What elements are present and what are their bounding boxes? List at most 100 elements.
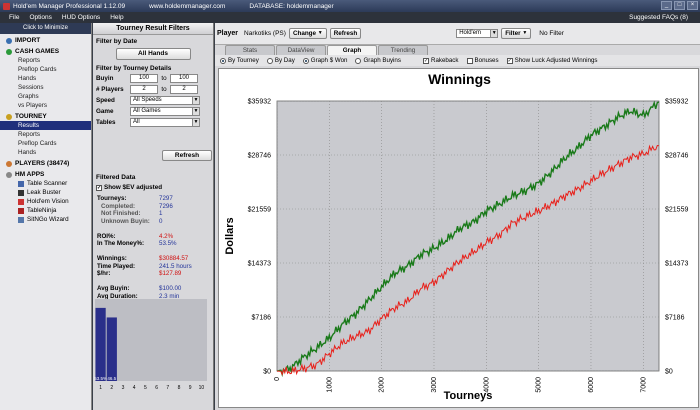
finish-bar-1 [95,307,106,381]
filter-button[interactable]: Filter ▼ [501,28,532,39]
finish-tick-label: 5 [144,385,147,391]
hold-em-vision-icon [18,198,24,205]
sidebar-app-label: Hold'em Vision [27,198,69,205]
finish-tick-label: 3 [122,385,125,391]
rakeback-checkbox[interactable]: ✓ [422,57,429,64]
finish-tick-label: 8 [178,385,181,391]
sidebar-item-reports[interactable]: Reports [0,130,91,139]
tab-graph[interactable]: Graph [327,45,377,55]
tab-trending[interactable]: Trending [378,45,428,55]
y-tick-label-left: $28746 [248,152,271,159]
suggested-faqs-link[interactable]: Suggested FAQs (8) [629,14,688,21]
sidebar-section-label: TOURNEY [15,113,47,120]
stat-row: $/hr: $127.89 [93,270,213,278]
finish-bar-2 [106,317,117,381]
main-panel: Player Narkotiks (PS) Change ▼ Refresh H… [215,23,700,410]
luck-checkbox[interactable]: ✓ [506,57,513,64]
sidebar-section-cash-games[interactable]: CASH GAMES [0,45,91,56]
sidebar-section-tourney[interactable]: TOURNEY [0,110,91,121]
luck-option[interactable]: ✓ Show Luck Adjusted Winnings [506,57,597,64]
buyin-label: Buyin [96,75,114,82]
sidebar-item-results[interactable]: Results [0,121,91,130]
bonuses-checkbox[interactable] [466,57,473,64]
graph-won-radio[interactable] [302,57,309,64]
sitngo-wizard-icon [18,216,24,223]
minimize-sidebar-button[interactable]: Click to Minimize [0,23,91,34]
show-sev-checkbox[interactable]: ✓ [96,184,102,191]
game-select[interactable]: All Games ▼ [130,107,200,116]
rakeback-option[interactable]: ✓ Rakeback [422,57,459,64]
speed-select[interactable]: All Speeds ▼ [130,96,200,105]
by-tourney-option[interactable]: By Tourney [220,57,259,64]
graph-won-label: Graph $ Won [310,57,348,64]
sidebar-item-hands[interactable]: Hands [0,148,91,157]
buyin-from-input[interactable]: 100 [130,74,158,83]
filter-status: No Filter [539,30,564,37]
sidebar-item-preflop-cards[interactable]: Preflop Cards [0,65,91,74]
chevron-down-icon[interactable]: ▼ [192,108,199,115]
x-tick-label: 1000 [326,377,333,393]
stat-label: Time Played: [97,262,136,270]
to-label: to [161,86,167,93]
game-type-select[interactable]: Hold'em ▼ [456,29,499,38]
y-tick-label-right: $28746 [665,152,688,159]
chevron-down-icon: ▼ [522,30,528,36]
finish-tick-label: 4 [133,385,136,391]
y-tick-label-right: $14373 [665,260,688,267]
chevron-down-icon[interactable]: ▼ [192,119,199,126]
winnings-chart-panel: Winnings $0 $0 $7186 $7186 $14373 $14373 $2155… [218,68,699,408]
finish-tick-label: 9 [189,385,192,391]
filtered-data-panel: Filtered Data ✓ Show $EV adjusted Tourne… [93,171,213,300]
maximize-window-button[interactable]: □ [674,1,685,10]
change-player-button[interactable]: Change ▼ [288,28,327,39]
tables-select[interactable]: All ▼ [130,118,200,127]
sidebar-item-vs-players[interactable]: vs Players [0,101,91,110]
x-tick-label: 3000 [431,377,438,393]
refresh-button[interactable]: Refresh [329,28,362,39]
filtered-data-heading: Filtered Data [96,174,136,181]
stat-row: Completed: 7296 [93,203,213,211]
graph-won-option[interactable]: Graph $ Won [302,57,348,64]
sidebar-app-leak-buster[interactable]: Leak Buster [0,188,91,197]
sidebar-item-reports[interactable]: Reports [0,56,91,65]
tab-dataview[interactable]: DataView [276,45,326,55]
by-day-option[interactable]: By Day [266,57,295,64]
menu-file[interactable]: File [9,14,19,21]
chevron-down-icon: ▼ [317,30,323,36]
sidebar-app-tableninja[interactable]: TableNinja [0,206,91,215]
by-day-radio[interactable] [266,57,273,64]
sidebar-app-sitngo-wizard[interactable]: SitNGo Wizard [0,215,91,224]
by-tourney-radio[interactable] [220,57,226,64]
stat-row [93,278,213,286]
filter-refresh-button[interactable]: Refresh [162,150,212,161]
stat-value: 241.5 hours [159,262,192,270]
menu-help[interactable]: Help [110,14,123,21]
graph-buyins-radio[interactable] [355,57,362,64]
sidebar-app-table-scanner[interactable]: Table Scanner [0,179,91,188]
sidebar-section-hm-apps[interactable]: HM APPS [0,168,91,179]
sidebar-item-hands[interactable]: Hands [0,74,91,83]
chevron-down-icon[interactable]: ▼ [192,97,199,104]
sidebar-item-preflop-cards[interactable]: Preflop Cards [0,139,91,148]
chevron-down-icon[interactable]: ▼ [490,30,498,37]
tables-label: Tables [96,119,116,126]
sidebar-app-hold-em-vision[interactable]: Hold'em Vision [0,197,91,206]
players-to-input[interactable]: 2 [170,85,198,94]
finish-tick-label: 2 [110,385,113,391]
filter-label: Filter [505,30,521,37]
to-label: to [161,75,167,82]
menu-hud-options[interactable]: HUD Options [62,14,100,21]
sidebar-item-sessions[interactable]: Sessions [0,83,91,92]
menu-options[interactable]: Options [29,14,51,21]
minimize-window-button[interactable]: _ [661,1,672,10]
all-hands-button[interactable]: All Hands [115,48,191,60]
sidebar-section-players-38474[interactable]: PLAYERS (38474) [0,157,91,168]
graph-buyins-option[interactable]: Graph Buyins [355,57,401,64]
close-window-button[interactable]: × [687,1,698,10]
players-from-input[interactable]: 2 [130,85,158,94]
sidebar-item-graphs[interactable]: Graphs [0,92,91,101]
sidebar-section-import[interactable]: IMPORT [0,34,91,45]
buyin-to-input[interactable]: 100 [170,74,198,83]
tab-stats[interactable]: Stats [225,45,275,55]
bonuses-option[interactable]: Bonuses [466,57,499,64]
